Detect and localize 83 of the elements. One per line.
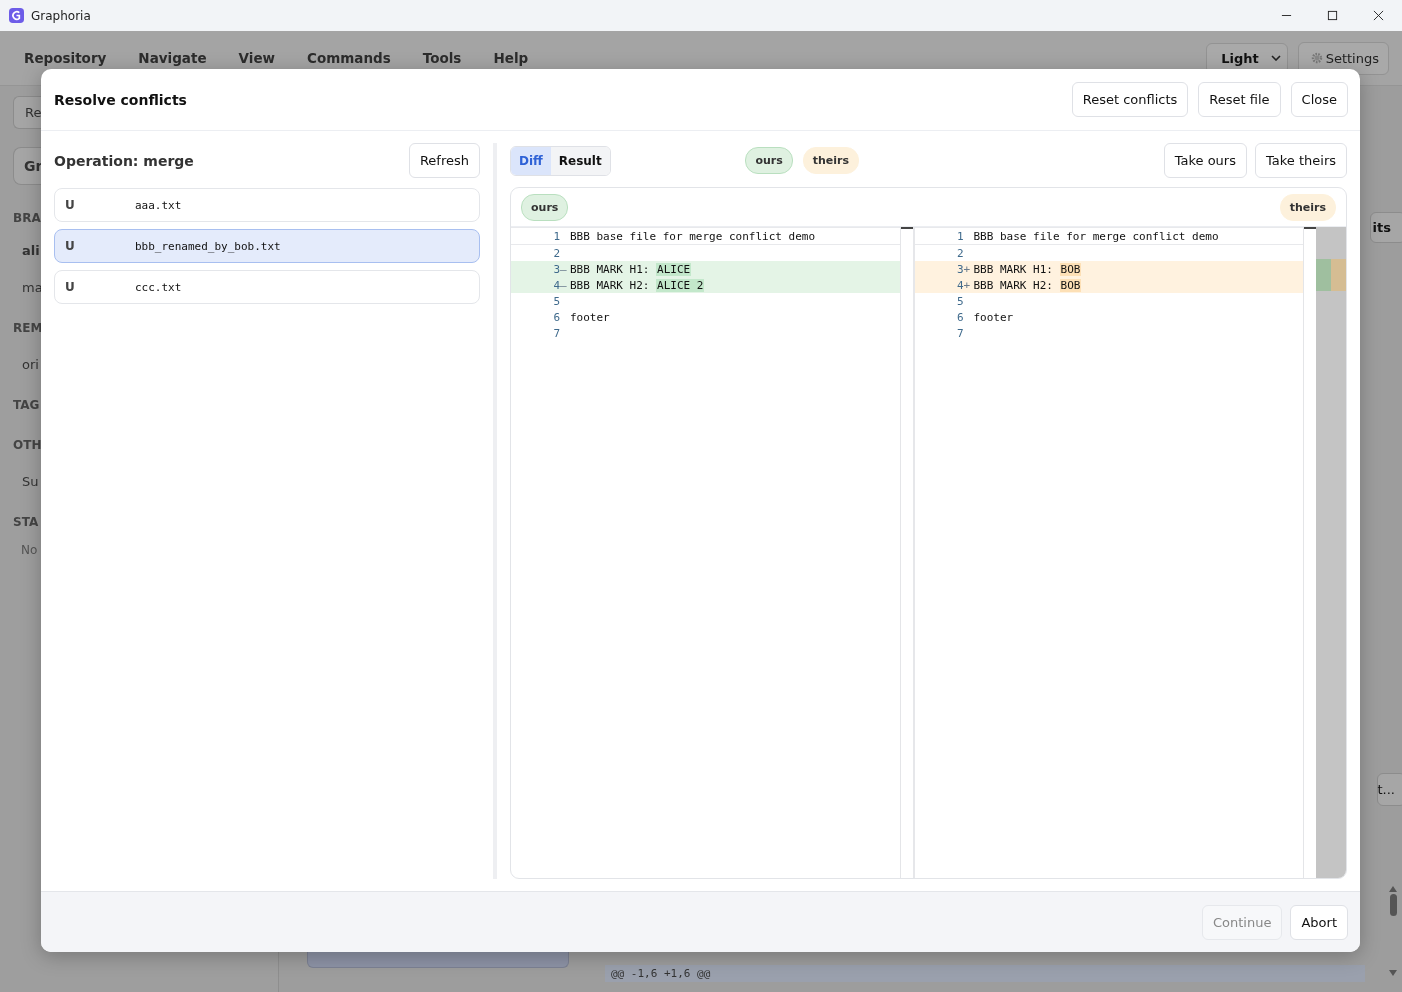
- file-status: U: [65, 198, 76, 212]
- line-number: 7: [552, 326, 560, 340]
- sidebar-item[interactable]: ori: [22, 357, 39, 372]
- change-marker: —: [560, 278, 567, 292]
- gear-icon: [1310, 52, 1323, 64]
- code-line: BBB MARK H1:: [973, 262, 1054, 276]
- changed-text: BOB: [1059, 262, 1082, 276]
- file-status: U: [65, 239, 76, 253]
- line-number: 1: [552, 229, 560, 243]
- menu-item[interactable]: View: [238, 50, 276, 66]
- menu-item[interactable]: Help: [493, 50, 529, 66]
- code-line: BBB base file for merge conflict demo: [570, 229, 816, 243]
- line-number: 5: [955, 294, 964, 308]
- window-title: Graphoria: [31, 8, 91, 23]
- file-name: bbb_renamed_by_bob.txt: [135, 239, 281, 253]
- menu-item[interactable]: Commands: [307, 50, 391, 66]
- file-name: ccc.txt: [135, 280, 182, 294]
- line-number: 6: [552, 310, 560, 324]
- change-marker: —: [560, 262, 567, 276]
- scrollbar-thumb[interactable]: [1304, 227, 1316, 229]
- app-logo-icon: [9, 8, 24, 23]
- operation-label: Operation: merge: [54, 152, 194, 169]
- line-number: 3: [955, 262, 964, 276]
- changed-text: ALICE: [656, 262, 692, 276]
- line-number: 5: [552, 294, 560, 308]
- code-line: BBB MARK H2:: [570, 278, 651, 292]
- line-number: 2: [955, 246, 964, 260]
- view-tab[interactable]: Result: [550, 146, 610, 175]
- legend-pill: ours: [745, 147, 793, 174]
- file-name: aaa.txt: [135, 198, 182, 212]
- scroll-up-icon[interactable]: [1389, 886, 1397, 892]
- scroll-down-icon[interactable]: [1389, 970, 1397, 976]
- panel-button[interactable]: its: [1369, 212, 1402, 243]
- line-number: 4: [955, 278, 964, 292]
- line-number: 1: [955, 229, 964, 243]
- code-line: BBB MARK H2:: [973, 278, 1054, 292]
- header-button[interactable]: Reset conflicts: [1071, 82, 1189, 117]
- changed-text: BOB: [1059, 278, 1082, 292]
- scrollbar-thumb[interactable]: [900, 227, 913, 229]
- section-header: REM: [13, 321, 43, 335]
- sidebar-item[interactable]: ali: [22, 243, 40, 258]
- legend-pill: theirs: [802, 147, 860, 174]
- section-header: BRA: [13, 211, 41, 225]
- maximize-icon[interactable]: [1327, 10, 1338, 21]
- menu-item[interactable]: Navigate: [138, 50, 207, 66]
- close-icon[interactable]: [1373, 10, 1384, 21]
- changed-text: ALICE 2: [656, 278, 705, 292]
- menu-item[interactable]: Tools: [422, 50, 462, 66]
- menu-item[interactable]: Repository: [24, 50, 107, 66]
- view-tab[interactable]: Diff: [511, 146, 551, 175]
- sidebar-button[interactable]: Re: [13, 96, 41, 129]
- file-row[interactable]: U ccc.txt: [54, 270, 480, 304]
- code-line: BBB base file for merge conflict demo: [973, 229, 1219, 243]
- abort-button[interactable]: Abort: [1290, 904, 1348, 940]
- section-header: TAG: [13, 398, 40, 412]
- line-number: 4: [552, 278, 560, 292]
- take-button[interactable]: Take ours: [1163, 143, 1247, 178]
- file-status: U: [65, 280, 76, 294]
- scrollbar-thumb[interactable]: [1389, 894, 1397, 916]
- code-line: BBB MARK H1:: [570, 262, 651, 276]
- section-header: STA: [13, 515, 39, 529]
- code-line: footer: [570, 310, 610, 324]
- sidebar-button[interactable]: Gr: [13, 147, 41, 185]
- section-header: OTH: [13, 438, 42, 452]
- header-button[interactable]: Reset file: [1198, 82, 1281, 117]
- refresh-button[interactable]: Refresh: [408, 143, 480, 178]
- file-row[interactable]: U bbb_renamed_by_bob.txt: [54, 229, 480, 263]
- change-marker: +: [963, 278, 971, 292]
- panel-button[interactable]: t...: [1376, 773, 1402, 806]
- pane-label: ours: [521, 194, 569, 221]
- header-button[interactable]: Close: [1290, 82, 1348, 117]
- line-number: 3: [552, 262, 560, 276]
- code-line: footer: [973, 310, 1014, 324]
- line-number: 2: [552, 246, 560, 260]
- line-number: 7: [955, 326, 964, 340]
- take-button[interactable]: Take theirs: [1255, 143, 1347, 178]
- change-marker: +: [963, 262, 971, 276]
- file-row[interactable]: U aaa.txt: [54, 188, 480, 222]
- chevron-down-icon: [1270, 55, 1281, 61]
- dialog-title: Resolve conflicts: [54, 91, 187, 108]
- line-number: 6: [955, 310, 964, 324]
- sidebar-item[interactable]: Su: [22, 474, 39, 489]
- pane-label: theirs: [1279, 194, 1336, 221]
